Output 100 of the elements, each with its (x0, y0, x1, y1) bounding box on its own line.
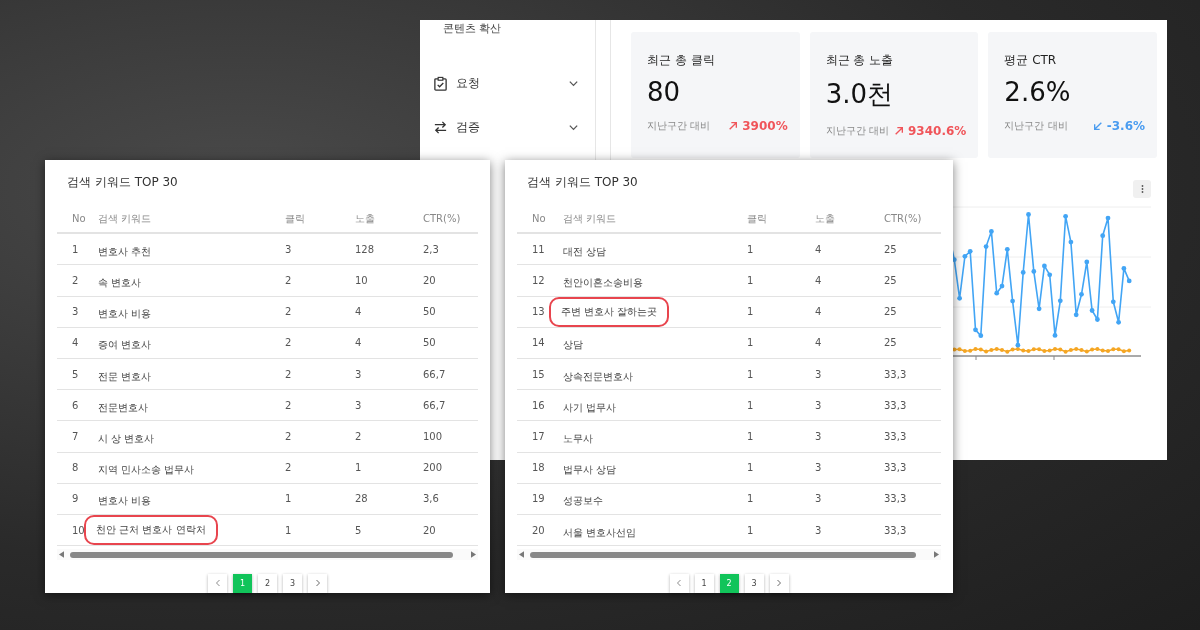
table-cell-text: 4 (71, 337, 80, 349)
scroll-left-icon[interactable] (59, 551, 64, 559)
table-cell-text: 66,7 (423, 368, 447, 380)
keyword-cell: 천안이혼소송비용 (563, 275, 643, 290)
sidebar-item[interactable]: 검증 (420, 105, 595, 149)
table-cell-text: 33,3 (884, 431, 908, 443)
table-cell-text: 13 (531, 306, 546, 318)
table-cell-text: 4 (355, 337, 363, 349)
table-cell-text: 17 (531, 431, 546, 443)
scroll-right-icon[interactable] (471, 551, 476, 559)
keyword-cell: 전문 변호사 (98, 369, 152, 384)
stat-label: 평균 CTR (1004, 52, 1058, 69)
table-cell-text: 4 (815, 274, 823, 286)
table-cell-text: 20 (423, 524, 437, 536)
table-cell-text: 2 (285, 431, 293, 443)
keyword-cell: 사기 법무사 (563, 400, 617, 415)
table-cell-text: 2 (285, 337, 293, 349)
table-cell-text: 1 (747, 493, 755, 505)
table-cell-text: 20 (423, 274, 437, 286)
table-cell-text: 100 (423, 431, 444, 443)
table-cell-text: 2 (355, 431, 363, 443)
table-cell-text: 14 (531, 337, 546, 349)
keyword-cell: 속 변호사 (98, 275, 142, 290)
page-button[interactable]: 3 (283, 573, 302, 593)
keyword-cell: 변호사 비용 (98, 494, 152, 509)
previous-page-button[interactable] (208, 573, 227, 593)
table-cell-text: 33,3 (884, 368, 908, 380)
stat-value: 3.0천 (825, 78, 895, 111)
table-cell-text: 2 (71, 274, 80, 286)
table-cell-text: 12 (531, 274, 546, 286)
table-cell-text: 25 (884, 306, 898, 318)
horizontal-scrollbar[interactable] (517, 549, 941, 560)
table-cell-text: 2 (285, 306, 293, 318)
table-cell-text: 9 (71, 493, 80, 505)
table-cell-text: 3 (285, 243, 293, 255)
table-cell-text: 66,7 (423, 399, 447, 411)
stat-value: 2.6% (1004, 77, 1072, 107)
table-cell-text: 7 (71, 431, 80, 443)
keyword-cell: 서울 변호사선임 (563, 525, 637, 540)
table-cell-text: 3 (815, 431, 823, 443)
next-page-button[interactable] (308, 573, 327, 593)
stat-value: 80 (647, 77, 682, 107)
column-header: 클릭 (747, 211, 768, 226)
sidebar-item[interactable]: 콘텐츠 확산 (420, 20, 595, 61)
table-cell-text: 2 (285, 462, 293, 474)
table-cell-text: 4 (815, 337, 823, 349)
column-header: CTR(%) (423, 213, 462, 225)
table-cell-text: 2,3 (423, 243, 440, 255)
table-cell-text: 8 (71, 462, 80, 474)
table-cell-text: 33,3 (884, 462, 908, 474)
table-cell-text: 3 (815, 399, 823, 411)
comparison-label: 지난구간 대비 (1004, 119, 1068, 133)
table-cell-text: 1 (747, 524, 755, 536)
table-cell-text: 2 (285, 368, 293, 380)
table-cell-text: 128 (355, 243, 376, 255)
table-cell-text: 10 (71, 524, 86, 536)
table-cell-text: 1 (71, 243, 80, 255)
column-header: No (71, 213, 87, 225)
keyword-cell: 시 상 변호사 (98, 432, 155, 447)
comparison-label: 지난구간 대비 (647, 119, 711, 133)
keyword-cell: 노무사 (563, 432, 593, 447)
page-button[interactable]: 3 (744, 573, 764, 593)
table-cell-text: 3 (815, 368, 823, 380)
table-cell-text: 1 (747, 337, 755, 349)
table-cell-text: 15 (531, 368, 546, 380)
table-cell-text: 1 (747, 462, 755, 474)
table-cell-text: 200 (423, 462, 444, 474)
chevron-right-icon (776, 579, 782, 588)
horizontal-scrollbar[interactable] (57, 549, 478, 560)
next-page-button[interactable] (769, 573, 789, 593)
comparison-label: 지난구간 대비 (825, 124, 889, 138)
previous-page-button[interactable] (669, 573, 689, 593)
chevron-left-icon (214, 579, 221, 588)
table-cell-text: 4 (355, 306, 363, 318)
table-cell-text: 5 (71, 368, 80, 380)
table-cell-text: 11 (531, 243, 546, 255)
arrow-up-right-icon (728, 121, 739, 131)
column-header: 클릭 (285, 211, 306, 226)
stat-label: 최근 총 클릭 (647, 52, 716, 69)
keyword-cell: 대전 상담 (563, 244, 607, 259)
table-cell-text: 33,3 (884, 399, 908, 411)
page-button[interactable]: 2 (258, 573, 277, 593)
table-cell-text: 19 (531, 493, 546, 505)
column-header: 검색 키워드 (98, 211, 153, 226)
table-cell-text: 1 (285, 493, 293, 505)
clipboard-check-icon (433, 75, 448, 91)
table-cell-text: 6 (71, 399, 80, 411)
table-cell-text: 3 (815, 493, 823, 505)
keyword-cell: 법무사 상담 (563, 463, 617, 478)
table-cell-text: 18 (531, 462, 546, 474)
table-cell-text: 2 (285, 274, 293, 286)
page-button[interactable]: 1 (694, 573, 714, 593)
table-cell-text: 1 (747, 368, 755, 380)
sidebar-item[interactable]: 요청 (420, 61, 595, 105)
table-cell-text: 1 (747, 399, 755, 411)
table-cell-text: 1 (285, 524, 293, 536)
scroll-right-icon[interactable] (934, 551, 939, 559)
keyword-cell: 상속전문변호사 (563, 369, 633, 384)
table-cell-text: 16 (531, 399, 546, 411)
scroll-left-icon[interactable] (519, 551, 524, 559)
